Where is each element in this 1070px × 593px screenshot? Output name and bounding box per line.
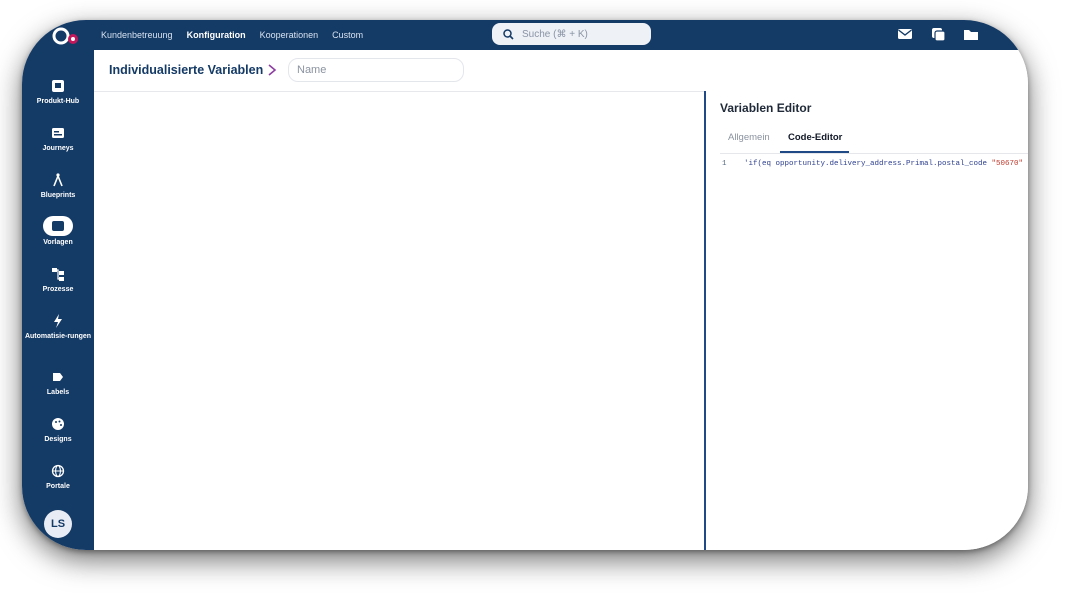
code-string: "50670" [991,160,1024,168]
code-line[interactable]: 1 'if(eq opportunity.delivery_address.Pri… [722,160,1023,168]
sidebar-item-label: Labels [46,389,70,396]
copy-icon[interactable] [929,25,947,43]
search-input[interactable] [520,27,644,41]
top-navigation: Kundenbetreuung Konfiguration Kooperatio… [101,20,363,50]
sidebar-item-label: Produkt-Hub [36,98,80,105]
app-window: Kundenbetreuung Konfiguration Kooperatio… [22,20,1028,550]
page-header: Individualisierte Variablen [94,50,1028,92]
topnav-konfiguration[interactable]: Konfiguration [187,30,246,40]
sidebar-item-label: Designs [44,436,72,443]
sidebar-item-labels[interactable]: Labels [22,368,94,397]
sidebar-item-portale[interactable]: Portale [22,462,94,491]
global-search[interactable] [492,23,651,45]
name-input[interactable] [288,58,464,82]
avatar[interactable]: LS [44,510,72,538]
search-icon [503,28,514,40]
code-text: 'if(eq opportunity.delivery_address.Prim… [744,160,992,168]
sidebar-item-label: Prozesse [42,286,74,293]
sidebar-item-label: Journeys [42,145,74,152]
mail-icon[interactable] [896,25,914,43]
sidebar-item-label: Vorlagen [43,239,73,246]
sidebar-item-blueprints[interactable]: Blueprints [22,171,94,200]
topnav-custom[interactable]: Custom [332,30,363,40]
top-bar: Kundenbetreuung Konfiguration Kooperatio… [22,20,1028,50]
tab-allgemein[interactable]: Allgemein [728,132,770,143]
globe-icon [51,464,65,478]
editor-title: Variablen Editor [720,101,812,115]
sidebar-item-label: Automatisie-rungen [24,333,92,340]
process-icon [52,268,64,281]
product-hub-icon [52,80,64,92]
line-number: 1 [722,160,727,168]
palette-icon [52,418,64,430]
top-actions [896,25,980,43]
label-icon [53,373,63,381]
sidebar-item-label: Portale [46,483,70,490]
sidebar-item-produkt-hub[interactable]: Produkt-Hub [22,77,94,106]
templates-icon [43,216,73,236]
sidebar-item-vorlagen[interactable]: Vorlagen [22,216,94,247]
sidebar-item-label: Blueprints [40,192,76,199]
folder-icon[interactable] [962,25,980,43]
sidebar-item-journeys[interactable]: Journeys [22,124,94,153]
tab-code-editor[interactable]: Code-Editor [788,132,842,143]
chevron-right-icon [268,64,277,76]
brand-logo[interactable] [52,24,82,46]
active-tab-indicator [780,151,849,153]
topnav-kundenbetreuung[interactable]: Kundenbetreuung [101,30,173,40]
compass-icon [53,173,63,187]
sidebar-item-prozesse[interactable]: Prozesse [22,265,94,294]
sidebar-item-automatisierungen[interactable]: Automatisie-rungen [22,312,94,341]
editor-tabs: Allgemein Code-Editor [720,129,1028,154]
variable-editor-panel: Variablen Editor Allgemein Code-Editor 1… [704,91,1028,550]
lightning-icon [54,314,62,328]
journeys-icon [52,128,64,138]
sidebar: Produkt-Hub Journeys Blueprints Vorlagen… [22,50,94,550]
topnav-kooperationen[interactable]: Kooperationen [260,30,319,40]
page-title: Individualisierte Variablen [109,63,264,77]
sidebar-item-designs[interactable]: Designs [22,415,94,444]
